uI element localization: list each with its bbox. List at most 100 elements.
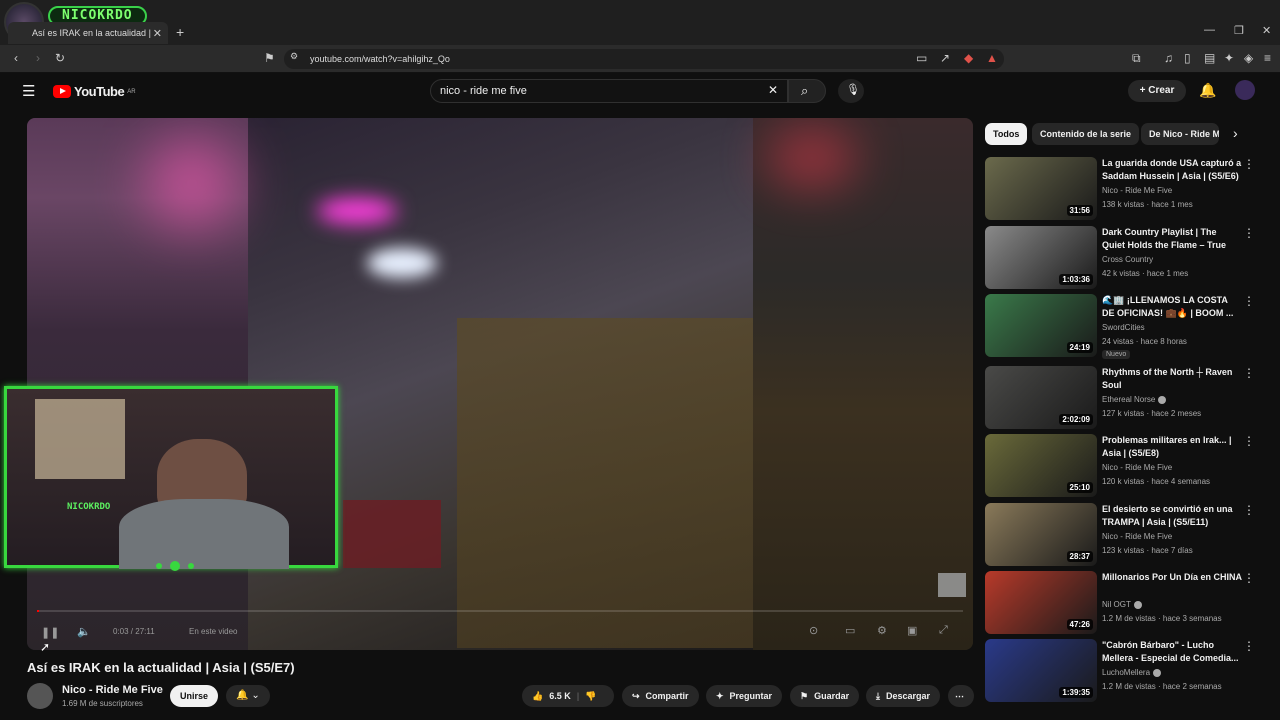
chip-channel[interactable]: De Nico - Ride M (1141, 123, 1219, 145)
sidebar-icon[interactable]: ▯ (1184, 51, 1191, 65)
recommendation-item[interactable]: 2:02:09 Rhythms of the North ┼ Raven Soul… (985, 366, 1275, 430)
recommendation-item[interactable]: 1:03:36 Dark Country Playlist | The Quiet… (985, 226, 1275, 290)
recommendation-channel[interactable]: Nil OGT (1102, 600, 1142, 609)
more-options-icon[interactable]: ⋮ (1243, 639, 1255, 653)
more-options-icon[interactable]: ⋮ (1243, 503, 1255, 517)
save-button[interactable]: ⚑ Guardar (790, 685, 860, 707)
music-icon[interactable]: ♫ (1164, 51, 1173, 65)
like-count[interactable]: 6.5 K (549, 685, 571, 707)
minimize-icon[interactable]: — (1204, 24, 1215, 36)
close-window-icon[interactable]: ✕ (1262, 24, 1271, 37)
clear-search-icon[interactable]: ✕ (768, 83, 778, 97)
recommendation-item[interactable]: 47:26 Millonarios Por Un Día en CHINA Nil … (985, 571, 1275, 635)
recommendation-meta: 138 k vistas · hace 1 mes (1102, 200, 1193, 209)
site-info-icon[interactable]: ⚙ (290, 51, 298, 62)
progress-bar[interactable] (37, 610, 963, 612)
forward-icon[interactable]: › (36, 51, 40, 65)
recommendation-thumbnail[interactable]: 31:56 (985, 157, 1097, 220)
voice-search-button[interactable]: 🎙 (838, 79, 864, 103)
new-tab-icon[interactable]: + (176, 24, 184, 40)
recommendation-thumbnail[interactable]: 1:39:35 (985, 639, 1097, 702)
recommendation-title[interactable]: Rhythms of the North ┼ Raven Soul (1102, 366, 1242, 392)
wallet-icon[interactable]: ▤ (1204, 51, 1215, 65)
menu-icon[interactable]: ≡ (1264, 51, 1271, 65)
search-input[interactable]: nico - ride me five (430, 79, 788, 103)
youtube-logo[interactable]: YouTube AR (53, 84, 136, 99)
back-icon[interactable]: ‹ (14, 51, 18, 65)
recommendation-item[interactable]: 1:39:35 "Cabrón Bárbaro" - Lucho Mellera … (985, 639, 1275, 703)
recommendation-channel[interactable]: Ethereal Norse (1102, 395, 1167, 404)
volume-icon[interactable]: 🔈 (77, 625, 91, 638)
join-button[interactable]: Unirse (170, 685, 218, 707)
recommendation-channel[interactable]: SwordCities (1102, 323, 1145, 332)
chapter-label[interactable]: En este video (189, 627, 237, 636)
pause-icon[interactable]: ❚❚ (41, 626, 59, 639)
ai-icon[interactable]: ✦ (1224, 51, 1234, 65)
like-icon[interactable]: 👍 (532, 685, 543, 707)
recommendation-title[interactable]: Dark Country Playlist | The Quiet Holds … (1102, 226, 1242, 252)
more-options-icon[interactable]: ⋮ (1243, 226, 1255, 240)
notifications-icon[interactable]: 🔔 (1199, 82, 1216, 99)
close-tab-icon[interactable]: ✕ (153, 27, 162, 40)
recommendation-title[interactable]: "Cabrón Bárbaro" - Lucho Mellera - Espec… (1102, 639, 1242, 665)
more-options-icon[interactable]: ⋮ (1243, 366, 1255, 380)
channel-name[interactable]: Nico - Ride Me Five (62, 684, 163, 696)
subscription-bell-button[interactable]: 🔔 ⌄ (226, 685, 270, 707)
account-avatar[interactable] (1235, 80, 1255, 100)
recommendation-channel[interactable]: Nico - Ride Me Five (1102, 532, 1172, 541)
ask-button[interactable]: ✦ Preguntar (706, 685, 783, 707)
recommendation-title[interactable]: Problemas militares en Irak... | Asia | … (1102, 434, 1242, 460)
recommendation-thumbnail[interactable]: 25:10 (985, 434, 1097, 497)
recommendation-item[interactable]: 28:37 El desierto se convirtió en una TRA… (985, 503, 1275, 567)
recommendation-channel[interactable]: Cross Country (1102, 255, 1153, 264)
mouse-cursor: ➚ (40, 640, 51, 654)
recommendation-title[interactable]: Millonarios Por Un Día en CHINA (1102, 571, 1242, 584)
subtitles-icon[interactable]: ▭ (845, 624, 855, 637)
restore-icon[interactable]: ❐ (1234, 24, 1244, 37)
more-options-icon[interactable]: ⋮ (1243, 157, 1255, 171)
recommendation-title[interactable]: 🌊🏢 ¡LLENAMOS LA COSTA DE OFICINAS! 💼🔥 | … (1102, 294, 1242, 320)
autoplay-toggle-icon[interactable]: ⊙ (809, 624, 818, 637)
recommendation-item[interactable]: 24:19 🌊🏢 ¡LLENAMOS LA COSTA DE OFICINAS! … (985, 294, 1275, 359)
more-options-icon[interactable]: ⋮ (1243, 294, 1255, 308)
channel-avatar[interactable] (27, 683, 53, 709)
chevron-right-icon[interactable]: › (1233, 125, 1238, 141)
chip-series[interactable]: Contenido de la serie (1032, 123, 1140, 145)
recommendation-channel[interactable]: Nico - Ride Me Five (1102, 186, 1172, 195)
bookmark-icon[interactable]: ⚑ (264, 51, 275, 65)
recommendation-thumbnail[interactable]: 2:02:09 (985, 366, 1097, 429)
install-icon[interactable]: ▭ (916, 51, 927, 65)
recommendation-item[interactable]: 31:56 La guarida donde USA capturó a Sadd… (985, 157, 1275, 221)
recommendation-thumbnail[interactable]: 1:03:36 (985, 226, 1097, 289)
download-button[interactable]: ⤓ Descargar (866, 685, 941, 707)
extensions-icon[interactable]: ⧉ (1132, 51, 1141, 66)
share-page-icon[interactable]: ↗ (940, 51, 950, 65)
browser-tab[interactable]: Así es IRAK en la actualidad | ✕ (8, 22, 168, 44)
vpn-icon[interactable]: ◈ (1244, 51, 1253, 65)
recommendation-item[interactable]: 25:10 Problemas militares en Irak... | As… (985, 434, 1275, 498)
chip-all[interactable]: Todos (985, 123, 1028, 145)
recommendation-title[interactable]: La guarida donde USA capturó a Saddam Hu… (1102, 157, 1242, 183)
recommendation-thumbnail[interactable]: 28:37 (985, 503, 1097, 566)
reload-icon[interactable]: ↻ (55, 51, 65, 65)
end-screen-thumbnail[interactable] (938, 573, 966, 597)
recommendation-thumbnail[interactable]: 47:26 (985, 571, 1097, 634)
url-field[interactable]: youtube.com/watch?v=ahilgihz_Qo (284, 49, 1004, 69)
dislike-icon[interactable]: 👎 (585, 685, 596, 707)
miniplayer-icon[interactable]: ▣ (907, 624, 917, 637)
recommendation-title[interactable]: El desierto se convirtió en una TRAMPA |… (1102, 503, 1242, 529)
fullscreen-icon[interactable]: ⤢ (939, 624, 948, 637)
recommendation-channel[interactable]: LuchoMellera (1102, 668, 1162, 677)
more-options-icon[interactable]: ⋮ (1243, 434, 1255, 448)
more-actions-button[interactable]: ⋯ (948, 685, 974, 707)
recommendation-channel[interactable]: Nico - Ride Me Five (1102, 463, 1172, 472)
rewards-icon[interactable]: ▲ (986, 51, 998, 65)
create-button[interactable]: + Crear (1128, 80, 1186, 102)
more-options-icon[interactable]: ⋮ (1243, 571, 1255, 585)
share-button[interactable]: ↪ Compartir (622, 685, 699, 707)
hamburger-menu-icon[interactable]: ☰ (22, 82, 35, 100)
recommendation-thumbnail[interactable]: 24:19 (985, 294, 1097, 357)
search-button[interactable]: ⌕ (788, 79, 826, 103)
brave-shield-icon[interactable]: ◆ (964, 51, 973, 65)
settings-icon[interactable]: ⚙ (877, 624, 887, 637)
